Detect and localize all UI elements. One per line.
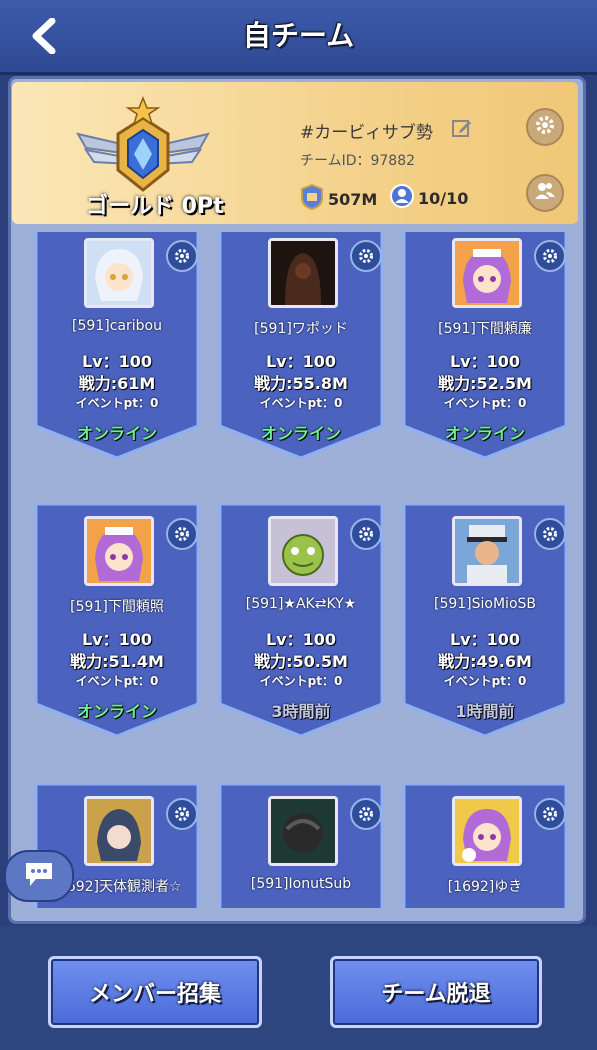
team-member-count: 10/10 xyxy=(390,184,468,212)
member-event-pt: イベントpt：0 xyxy=(443,674,527,688)
gear-icon[interactable] xyxy=(166,798,198,830)
member-card[interactable]: [591]SioMioSB Lv：100 戦力:49.6M イベントpt：0 1… xyxy=(400,504,570,740)
member-status: オンライン xyxy=(76,702,157,721)
gear-icon[interactable] xyxy=(166,240,198,272)
avatar xyxy=(268,516,338,586)
member-name: [591]下間頼廉 xyxy=(438,321,532,337)
avatar xyxy=(268,238,338,308)
member-event-pt: イベントpt：0 xyxy=(443,396,527,410)
avatar xyxy=(452,796,522,866)
gear-icon[interactable] xyxy=(534,518,566,550)
member-level: Lv：100 xyxy=(449,630,521,649)
rank-emblem-icon xyxy=(75,96,211,192)
member-name: [591]SioMioSB xyxy=(433,596,536,612)
member-card[interactable]: [591]IonutSub xyxy=(216,784,386,908)
member-status: 1時間前 xyxy=(455,702,515,721)
gear-icon[interactable] xyxy=(350,240,382,272)
team-power-value: 507M xyxy=(328,189,378,209)
member-status: オンライン xyxy=(76,424,157,443)
team-members-button[interactable] xyxy=(526,174,564,212)
member-name: [591]IonutSub xyxy=(250,876,352,892)
member-card[interactable]: [591]caribou Lv：100 戦力:61M イベントpt：0 オンライ… xyxy=(32,232,202,462)
member-card[interactable]: [1692]ゆき xyxy=(400,784,570,908)
recruit-members-button[interactable]: メンバー招集 xyxy=(48,956,262,1028)
avatar xyxy=(84,238,154,308)
member-card[interactable]: [591]下間頼照 Lv：100 戦力:51.4M イベントpt：0 オンライン xyxy=(32,504,202,740)
avatar xyxy=(452,516,522,586)
member-power: 戦力:55.8M xyxy=(254,374,348,393)
team-settings-button[interactable] xyxy=(526,108,564,146)
member-status: オンライン xyxy=(444,424,525,443)
member-grid: [591]caribou Lv：100 戦力:61M イベントpt：0 オンライ… xyxy=(16,232,578,908)
member-card[interactable]: [591]下間頼廉 Lv：100 戦力:52.5M イベントpt：0 オンライン xyxy=(400,232,570,462)
gear-icon xyxy=(535,115,555,139)
team-name: #カービィサブ勢 xyxy=(300,123,433,143)
member-icon xyxy=(390,184,414,212)
avatar xyxy=(268,796,338,866)
member-name: [1692]ゆき xyxy=(447,879,523,895)
gear-icon[interactable] xyxy=(166,518,198,550)
member-event-pt: イベントpt：0 xyxy=(75,396,159,410)
avatar xyxy=(452,238,522,308)
page-title: 自チーム xyxy=(242,19,355,52)
member-name: [591]ワポッド xyxy=(254,321,348,337)
member-power: 戦力:52.5M xyxy=(438,374,532,393)
member-status: オンライン xyxy=(260,424,341,443)
member-name: [591]★AK⇄KY★ xyxy=(245,596,357,612)
leave-team-button[interactable]: チーム脱退 xyxy=(330,956,542,1028)
gear-icon[interactable] xyxy=(350,798,382,830)
member-name: [591]下間頼照 xyxy=(70,599,164,615)
team-id: チームID：97882 xyxy=(300,153,416,169)
member-status: 3時間前 xyxy=(271,702,331,721)
chat-icon xyxy=(22,859,56,893)
member-power: 戦力:49.6M xyxy=(438,652,532,671)
team-power-icon xyxy=(300,183,324,214)
gear-icon[interactable] xyxy=(534,240,566,272)
gear-icon[interactable] xyxy=(350,518,382,550)
member-card[interactable]: [591]ワポッド Lv：100 戦力:55.8M イベントpt：0 オンライン xyxy=(216,232,386,462)
member-power: 戦力:50.5M xyxy=(254,652,348,671)
avatar xyxy=(84,796,154,866)
rank-label: ゴールド 0Pt xyxy=(86,194,224,219)
member-level: Lv：100 xyxy=(265,630,337,649)
avatar xyxy=(84,516,154,586)
member-event-pt: イベントpt：0 xyxy=(259,396,343,410)
members-icon xyxy=(534,181,556,205)
top-bar: 自チーム xyxy=(0,0,597,75)
member-level: Lv：100 xyxy=(81,352,153,371)
member-power: 戦力:51.4M xyxy=(70,652,164,671)
gear-icon[interactable] xyxy=(534,798,566,830)
member-count-value: 10/10 xyxy=(418,188,469,208)
member-level: Lv：100 xyxy=(81,630,153,649)
member-card[interactable]: [591]★AK⇄KY★ Lv：100 戦力:50.5M イベントpt：0 3時… xyxy=(216,504,386,740)
member-level: Lv：100 xyxy=(265,352,337,371)
member-level: Lv：100 xyxy=(449,352,521,371)
member-name: [591]caribou xyxy=(72,318,162,334)
team-power: 507M xyxy=(300,183,378,214)
edit-icon[interactable] xyxy=(452,118,472,142)
chat-button[interactable] xyxy=(4,850,74,902)
member-event-pt: イベントpt：0 xyxy=(259,674,343,688)
member-power: 戦力:61M xyxy=(78,374,156,393)
member-event-pt: イベントpt：0 xyxy=(75,674,159,688)
